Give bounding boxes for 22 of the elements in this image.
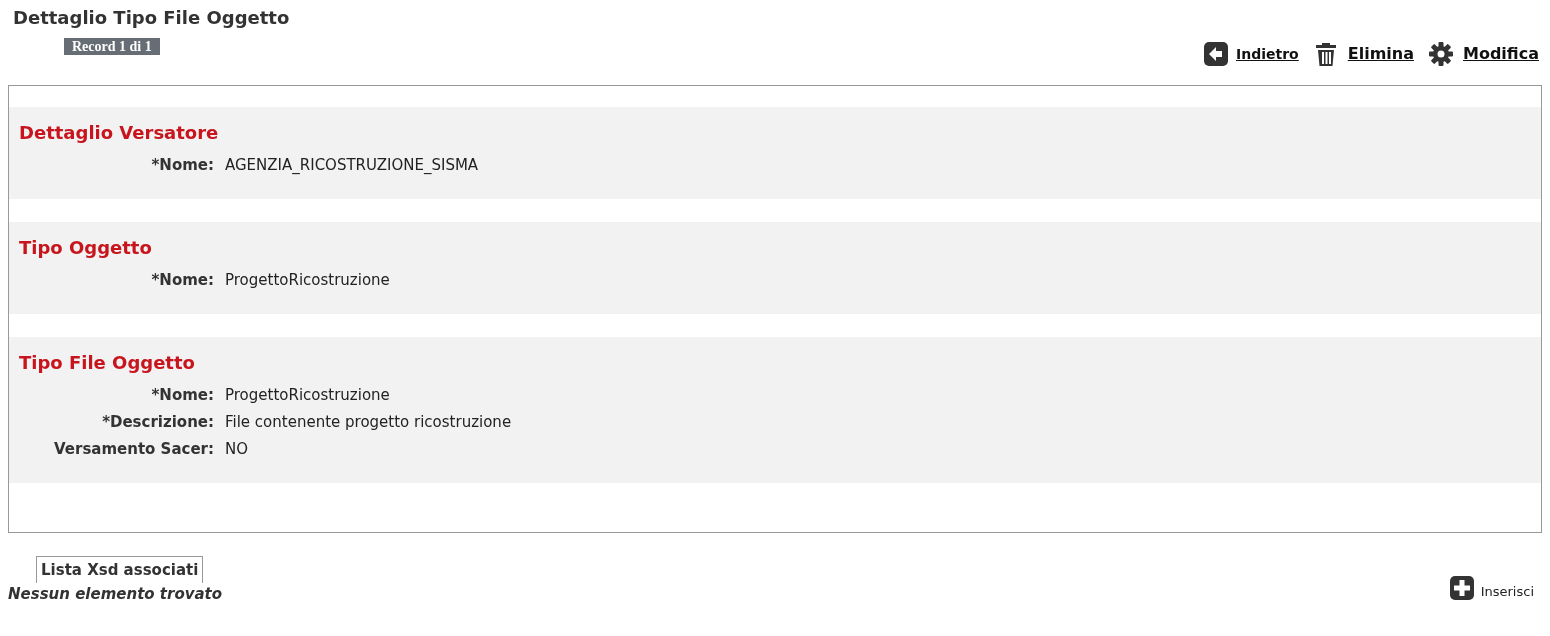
delete-link[interactable]: Elimina <box>1347 42 1414 66</box>
page-title: Dettaglio Tipo File Oggetto <box>13 6 290 30</box>
field-value: AGENZIA_RICOSTRUZIONE_SISMA <box>225 155 479 176</box>
section-title: Tipo File Oggetto <box>19 351 195 375</box>
section-title: Dettaglio Versatore <box>19 121 219 145</box>
field-value: NO <box>225 439 249 460</box>
edit-link[interactable]: Modifica <box>1463 42 1539 66</box>
field-label: *Descrizione: <box>101 412 214 433</box>
field-value: ProgettoRicostruzione <box>225 270 390 291</box>
field-label: *Nome: <box>150 385 214 406</box>
insert-button[interactable]: Inserisci <box>1448 575 1534 601</box>
plus-icon <box>1448 575 1475 601</box>
field-value: ProgettoRicostruzione <box>225 385 390 406</box>
field-value: File contenente progetto ricostruzione <box>225 412 512 433</box>
record-counter: Record 1 di 1 <box>64 38 160 55</box>
list-tab[interactable]: Lista Xsd associati <box>36 556 204 583</box>
back-link[interactable]: Indietro <box>1236 43 1299 65</box>
empty-message: Nessun elemento trovato <box>8 584 223 605</box>
field-label: Versamento Sacer: <box>53 439 214 460</box>
field-label: *Nome: <box>150 270 214 291</box>
section-title: Tipo Oggetto <box>19 236 152 260</box>
field-label: *Nome: <box>150 155 214 176</box>
